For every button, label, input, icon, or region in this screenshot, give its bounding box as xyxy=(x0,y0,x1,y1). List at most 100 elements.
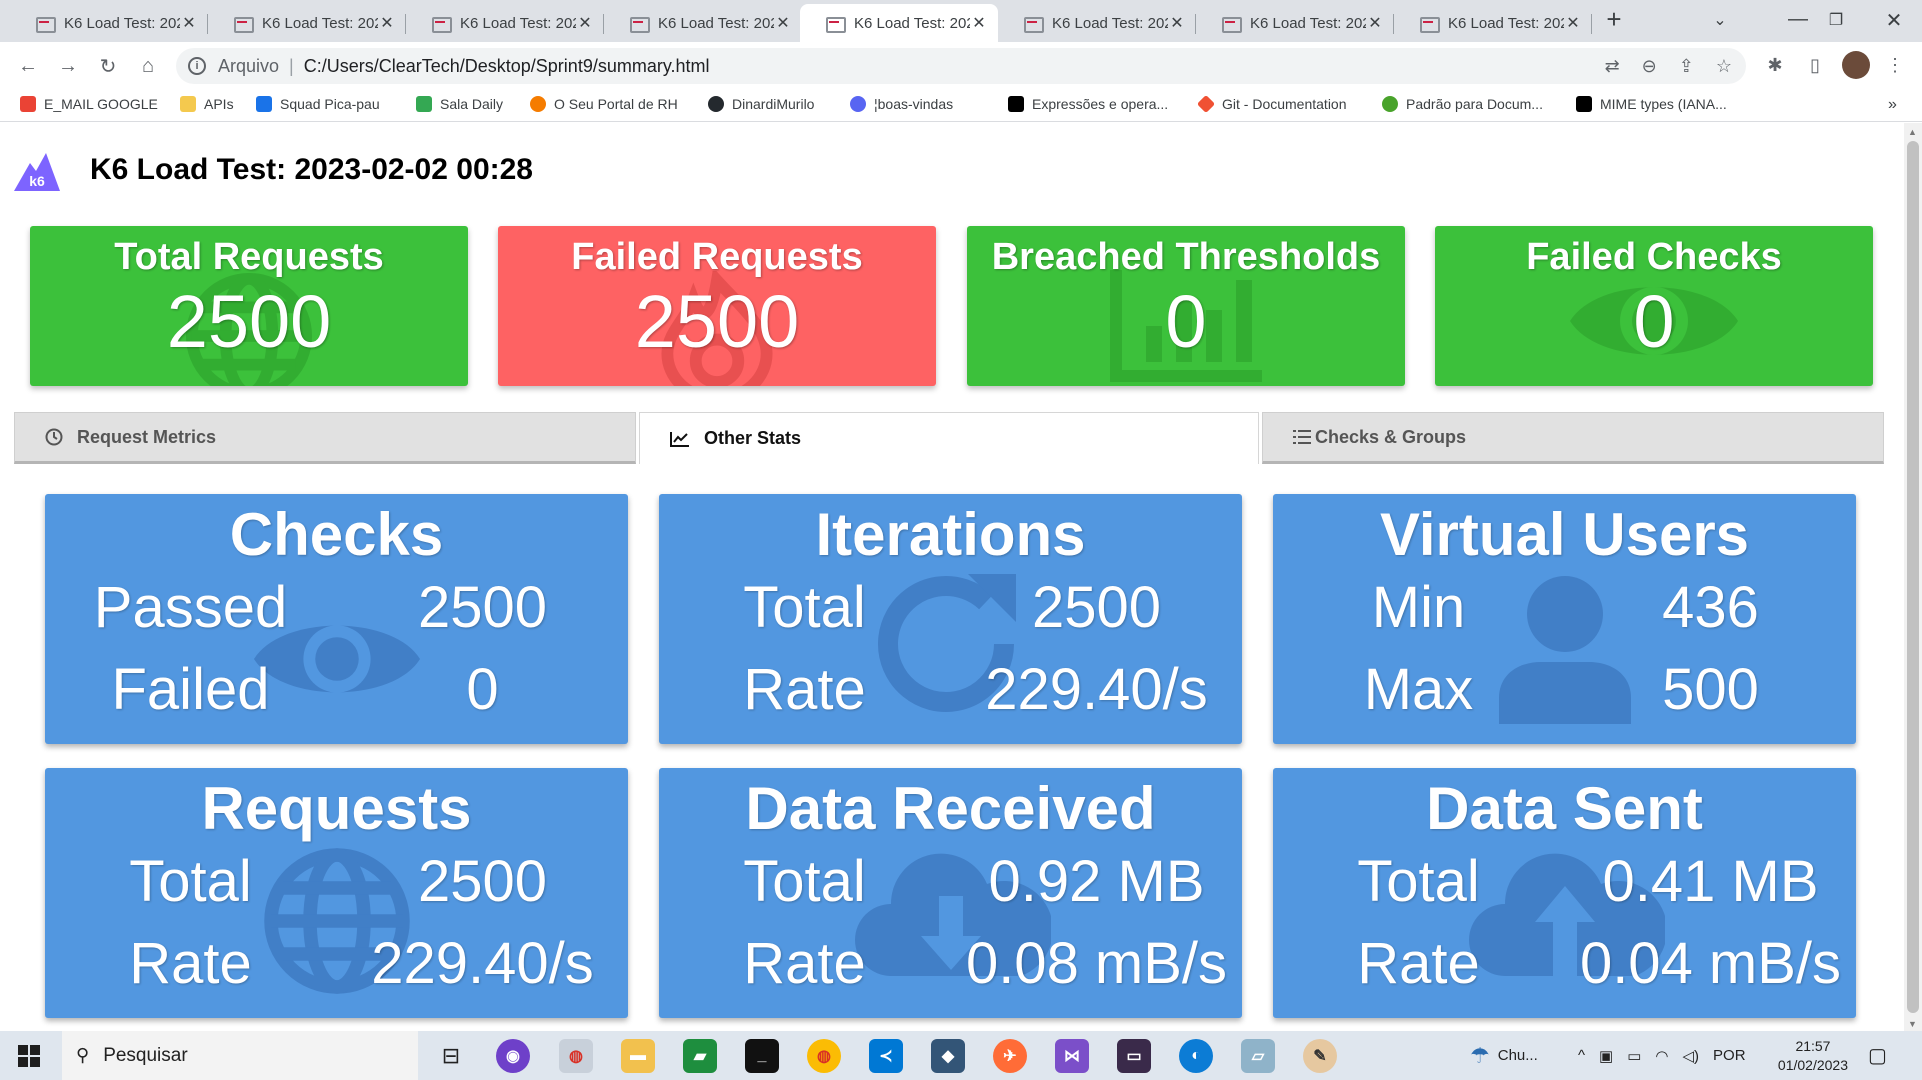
battery-icon[interactable]: ▭ xyxy=(1627,1047,1641,1065)
bookmark-item[interactable]: E_MAIL GOOGLE xyxy=(20,96,158,112)
address-url[interactable]: C:/Users/ClearTech/Desktop/Sprint9/summa… xyxy=(304,56,710,77)
visual-studio-icon[interactable]: ⋈ xyxy=(1055,1039,1089,1073)
bookmark-item[interactable]: MIME types (IANA... xyxy=(1576,96,1727,112)
tray-chevron-icon[interactable]: ^ xyxy=(1578,1047,1585,1064)
tab-other-stats[interactable]: Other Stats xyxy=(639,412,1259,464)
minimize-icon[interactable]: — xyxy=(1778,8,1818,31)
close-tab-icon[interactable]: ✕ xyxy=(970,13,988,33)
close-tab-icon[interactable]: ✕ xyxy=(378,13,396,33)
address-bar[interactable]: i Arquivo | C:/Users/ClearTech/Desktop/S… xyxy=(176,48,1746,84)
dev-prompt-icon[interactable]: ▭ xyxy=(1117,1039,1151,1073)
taskbar-clock[interactable]: 21:57 01/02/2023 xyxy=(1778,1037,1848,1075)
profile-avatar[interactable] xyxy=(1842,51,1870,79)
browser-tab[interactable]: K6 Load Test: 202 ✕ xyxy=(604,4,802,42)
terminal-icon[interactable]: _ xyxy=(745,1039,779,1073)
browser-tab[interactable]: K6 Load Test: 202 ✕ xyxy=(406,4,604,42)
close-tab-icon[interactable]: ✕ xyxy=(1168,13,1186,33)
portal-icon xyxy=(530,96,546,112)
close-window-icon[interactable]: ✕ xyxy=(1874,8,1914,33)
chat-icon[interactable]: ▰ xyxy=(683,1039,717,1073)
bookmark-item[interactable]: O Seu Portal de RH xyxy=(530,96,678,112)
extensions-icon[interactable]: ✱ xyxy=(1760,50,1790,80)
stat-key: Total xyxy=(1357,849,1480,914)
stat-key: Total xyxy=(743,849,866,914)
stat-row: Rate 0.08 mB/s xyxy=(659,930,1242,1000)
stat-key: Rate xyxy=(743,931,866,996)
postman-icon[interactable]: ✈ xyxy=(993,1039,1027,1073)
mysql-workbench-icon[interactable]: ◆ xyxy=(931,1039,965,1073)
bookmark-item[interactable]: ¦boas-vindas xyxy=(850,96,953,112)
meet-now-icon[interactable]: ▣ xyxy=(1599,1047,1613,1065)
stat-value: 436 xyxy=(1662,575,1759,640)
scrollbar-thumb[interactable] xyxy=(1907,141,1919,1013)
new-tab-icon[interactable]: + xyxy=(1594,4,1634,35)
site-info-icon[interactable]: i xyxy=(188,57,206,75)
page-scrollbar[interactable]: ▲ ▼ xyxy=(1904,123,1922,1031)
bookmark-item[interactable]: Padrão para Docum... xyxy=(1382,96,1543,112)
close-tab-icon[interactable]: ✕ xyxy=(1366,13,1384,33)
bookmark-item[interactable]: Expressões e opera... xyxy=(1008,96,1168,112)
wifi-icon[interactable]: ◠ xyxy=(1655,1047,1668,1065)
bookmark-item[interactable]: Sala Daily xyxy=(416,96,503,112)
more-bookmarks-icon[interactable]: » xyxy=(1888,96,1897,114)
tab-checks-groups[interactable]: Checks & Groups xyxy=(1262,412,1884,464)
browser-tab[interactable]: K6 Load Test: 202 ✕ xyxy=(1196,4,1394,42)
browser-tab[interactable]: K6 Load Test: 202 ✕ xyxy=(998,4,1196,42)
chrome-icon[interactable]: ◍ xyxy=(559,1039,593,1073)
bookmark-item[interactable]: DinardiMurilo xyxy=(708,96,814,112)
browser-tab-active[interactable]: K6 Load Test: 202 ✕ xyxy=(800,4,998,42)
bookmark-item[interactable]: APIs xyxy=(180,96,234,112)
stat-key: Rate xyxy=(129,931,252,996)
page-favicon-icon xyxy=(1024,16,1044,33)
tab-search-icon[interactable]: ⌄ xyxy=(1700,10,1740,30)
stat-value: 229.40/s xyxy=(985,657,1208,722)
restore-icon[interactable]: ❐ xyxy=(1816,10,1856,30)
browser-tab[interactable]: K6 Load Test: 202 ✕ xyxy=(208,4,406,42)
weather-widget[interactable]: ☂ Chu... xyxy=(1470,1031,1538,1080)
paint-icon[interactable]: ✎ xyxy=(1303,1039,1337,1073)
weather-text: Chu... xyxy=(1497,1047,1538,1064)
task-view-icon[interactable]: ⊟ xyxy=(434,1039,468,1073)
bookmark-item[interactable]: Squad Pica-pau xyxy=(256,96,380,112)
taskbar-search[interactable]: ⚲ Pesquisar xyxy=(62,1031,418,1080)
bookmark-star-icon[interactable]: ☆ xyxy=(1716,56,1732,77)
close-tab-icon[interactable]: ✕ xyxy=(1564,13,1582,33)
forward-icon[interactable]: → xyxy=(52,50,84,82)
close-tab-icon[interactable]: ✕ xyxy=(774,13,792,33)
tab-request-metrics[interactable]: Request Metrics xyxy=(14,412,636,464)
folder-icon xyxy=(180,96,196,112)
stat-value: 0.08 mB/s xyxy=(965,931,1228,996)
notifications-icon[interactable]: ▢ xyxy=(1868,1031,1887,1080)
close-tab-icon[interactable]: ✕ xyxy=(180,13,198,33)
chrome-icon[interactable]: ◍ xyxy=(807,1039,841,1073)
home-icon[interactable]: ⌂ xyxy=(132,50,164,82)
github-desktop-icon[interactable]: ◉ xyxy=(496,1039,530,1073)
stat-title: Iterations xyxy=(815,501,1086,568)
language-indicator[interactable]: POR xyxy=(1713,1047,1746,1064)
scroll-down-icon[interactable]: ▼ xyxy=(1908,1019,1917,1029)
stat-row: Rate 229.40/s xyxy=(659,656,1242,726)
vscode-icon[interactable]: ≺ xyxy=(869,1039,903,1073)
bookmarks-bar: E_MAIL GOOGLE APIs Squad Pica-pau Sala D… xyxy=(0,90,1922,122)
browser-tab[interactable]: K6 Load Test: 202 ✕ xyxy=(10,4,208,42)
notes-icon[interactable]: ▱ xyxy=(1241,1039,1275,1073)
volume-icon[interactable]: ◁) xyxy=(1683,1047,1700,1065)
reload-icon[interactable]: ↻ xyxy=(92,50,124,82)
windows-start-icon[interactable] xyxy=(18,1045,40,1067)
share-icon[interactable]: ⇪ xyxy=(1679,56,1694,77)
zoom-icon[interactable]: ⊖ xyxy=(1642,56,1657,77)
clock-time: 21:57 xyxy=(1795,1038,1831,1054)
search-icon: ⚲ xyxy=(76,1045,90,1065)
file-explorer-icon[interactable]: ▬ xyxy=(621,1039,655,1073)
scroll-up-icon[interactable]: ▲ xyxy=(1908,127,1917,137)
edge-icon[interactable]: ◐ xyxy=(1179,1039,1213,1073)
mdn-icon xyxy=(1008,96,1024,112)
close-tab-icon[interactable]: ✕ xyxy=(576,13,594,33)
stat-key: Rate xyxy=(1357,931,1480,996)
side-panel-icon[interactable]: ▯ xyxy=(1800,50,1830,80)
bookmark-item[interactable]: Git - Documentation xyxy=(1196,94,1347,114)
translate-icon[interactable]: ⇄ xyxy=(1605,56,1620,77)
back-icon[interactable]: ← xyxy=(12,50,44,82)
browser-menu-icon[interactable]: ⋮ xyxy=(1880,50,1910,80)
browser-tab[interactable]: K6 Load Test: 202 ✕ xyxy=(1394,4,1592,42)
